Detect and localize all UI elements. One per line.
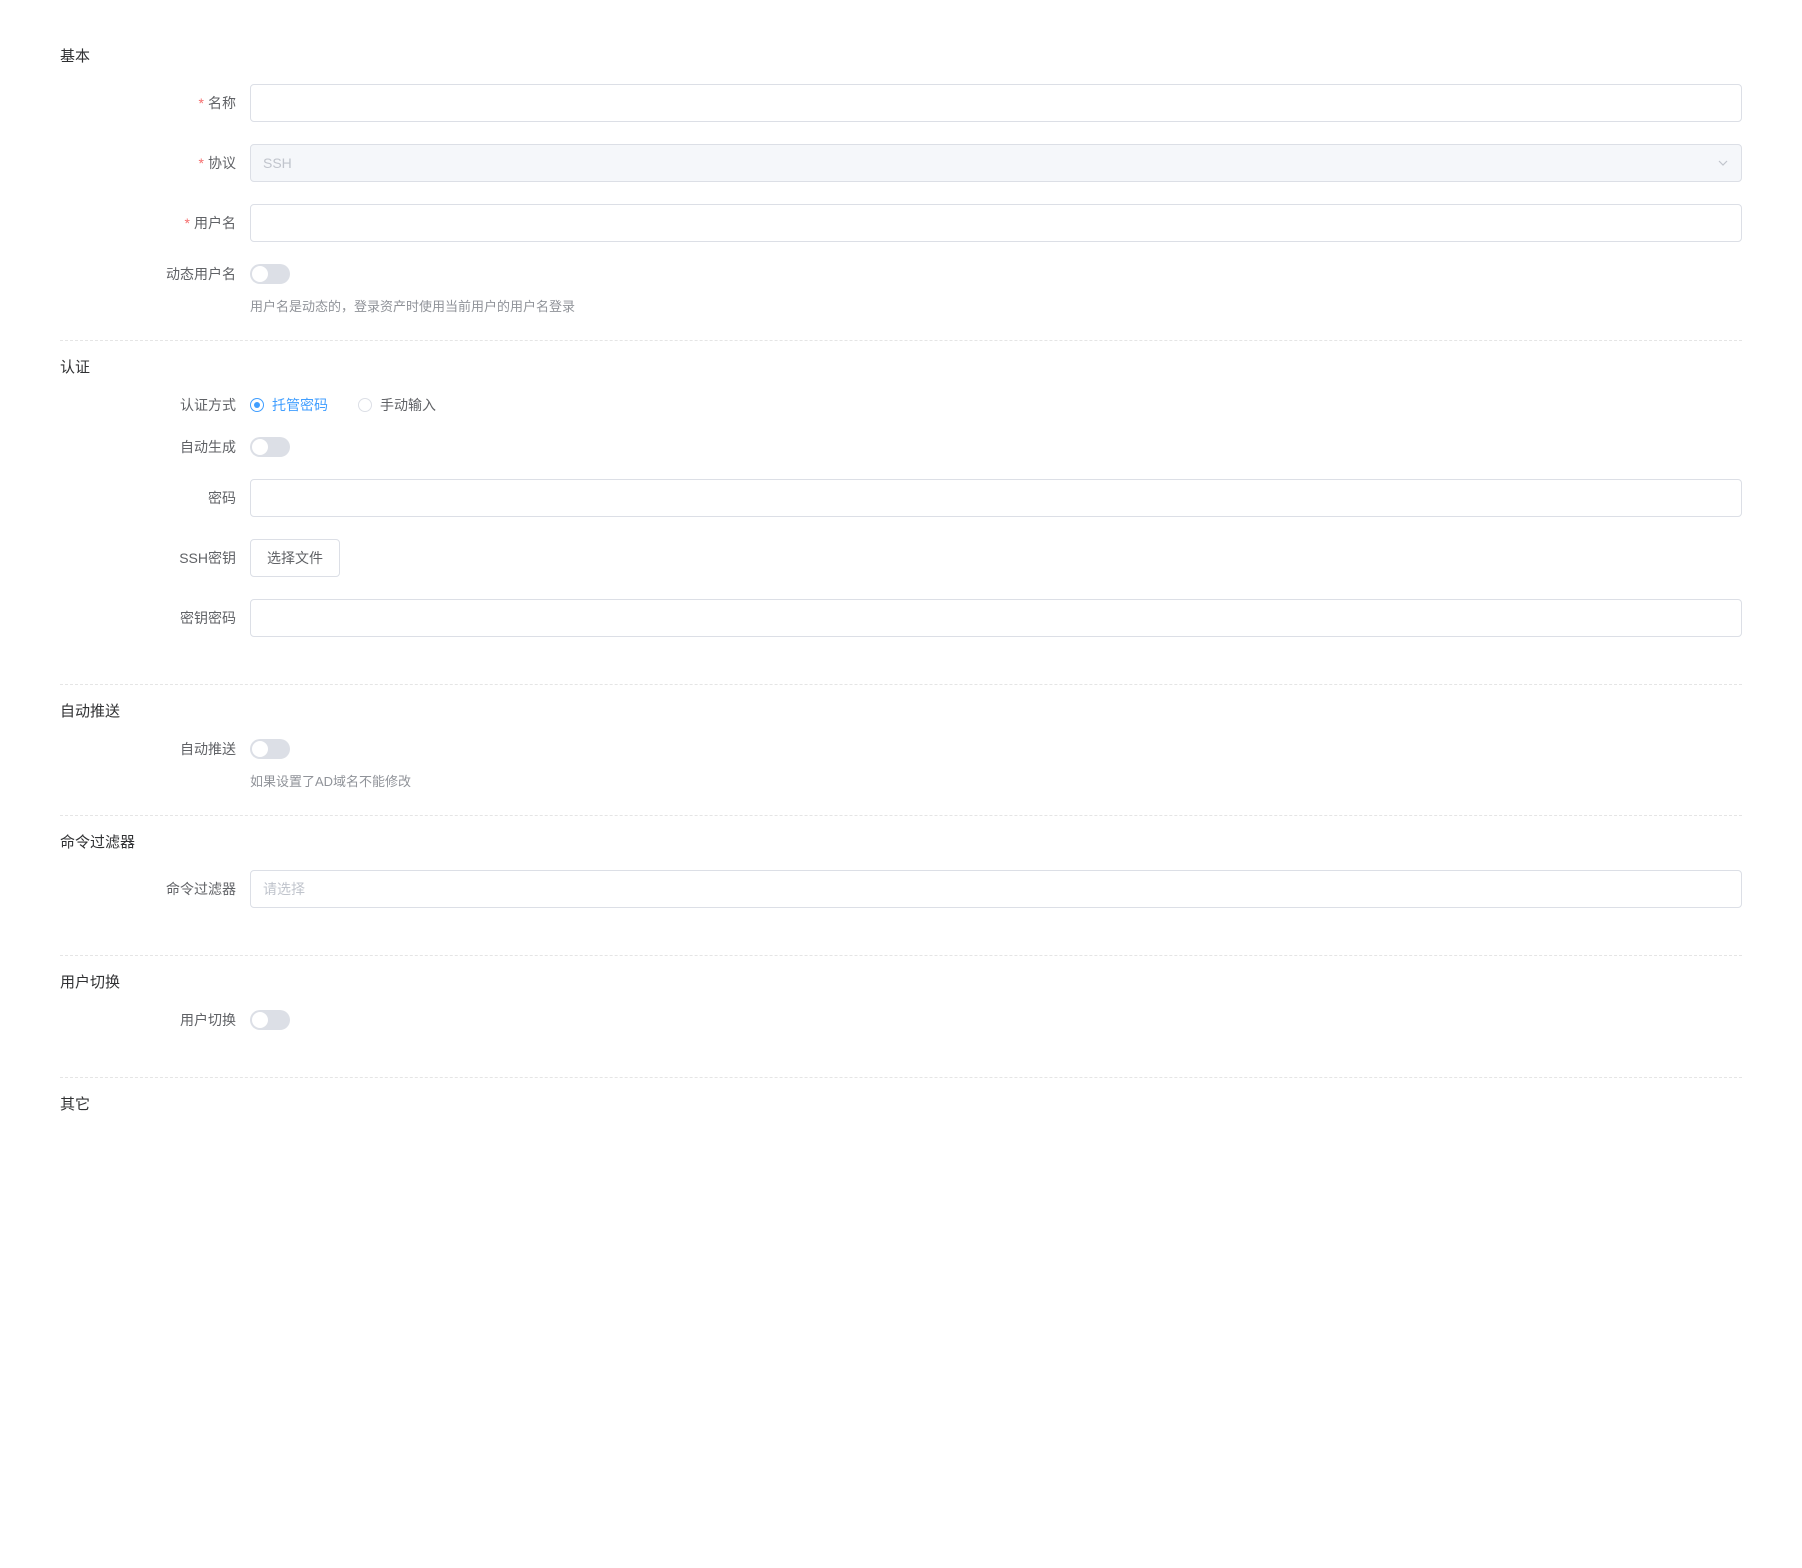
- section-title-command-filter: 命令过滤器: [60, 831, 1742, 852]
- user-switch-switch[interactable]: [250, 1010, 290, 1030]
- label-key-password: 密钥密码: [130, 608, 250, 628]
- section-title-user-switch: 用户切换: [60, 971, 1742, 992]
- protocol-value: SSH: [263, 155, 292, 171]
- username-input[interactable]: [250, 204, 1742, 242]
- label-username: 用户名: [130, 213, 250, 233]
- label-password: 密码: [130, 488, 250, 508]
- label-protocol: 协议: [130, 153, 250, 173]
- row-key-password: 密钥密码: [60, 599, 1742, 637]
- row-auth-method: 认证方式 托管密码 手动输入: [60, 395, 1742, 415]
- row-auto-push: 自动推送: [60, 739, 1742, 759]
- label-auth-method: 认证方式: [130, 395, 250, 415]
- radio-manual-label: 手动输入: [380, 395, 436, 415]
- label-command-filter: 命令过滤器: [130, 879, 250, 899]
- auto-push-switch[interactable]: [250, 739, 290, 759]
- section-user-switch: 用户切换 用户切换: [60, 955, 1742, 1067]
- auto-generate-switch[interactable]: [250, 437, 290, 457]
- section-basic: 基本 名称 协议 SSH 用户名 动态用户名: [60, 30, 1742, 330]
- row-command-filter: 命令过滤器 请选择: [60, 870, 1742, 908]
- section-auth: 认证 认证方式 托管密码 手动输入 自动生成 密码: [60, 340, 1742, 674]
- row-user-switch: 用户切换: [60, 1010, 1742, 1030]
- radio-circle-icon: [250, 398, 264, 412]
- help-auto-push: 如果设置了AD域名不能修改: [60, 771, 1742, 790]
- key-password-input[interactable]: [250, 599, 1742, 637]
- radio-managed-label: 托管密码: [272, 395, 328, 415]
- row-name: 名称: [60, 84, 1742, 122]
- chevron-down-icon: [1717, 157, 1729, 169]
- label-user-switch: 用户切换: [130, 1010, 250, 1030]
- help-dynamic-username: 用户名是动态的，登录资产时使用当前用户的用户名登录: [60, 296, 1742, 315]
- row-protocol: 协议 SSH: [60, 144, 1742, 182]
- section-title-auth: 认证: [60, 356, 1742, 377]
- label-name: 名称: [130, 93, 250, 113]
- command-filter-select[interactable]: 请选择: [250, 870, 1742, 908]
- protocol-select[interactable]: SSH: [250, 144, 1742, 182]
- radio-managed[interactable]: 托管密码: [250, 395, 328, 415]
- radio-circle-icon: [358, 398, 372, 412]
- section-other: 其它: [60, 1077, 1742, 1147]
- auth-method-radio-group: 托管密码 手动输入: [250, 395, 1742, 415]
- row-dynamic-username: 动态用户名: [60, 264, 1742, 284]
- section-title-auto-push: 自动推送: [60, 700, 1742, 721]
- dynamic-username-switch[interactable]: [250, 264, 290, 284]
- section-title-other: 其它: [60, 1093, 1742, 1114]
- label-auto-push: 自动推送: [130, 739, 250, 759]
- name-input[interactable]: [250, 84, 1742, 122]
- label-ssh-key: SSH密钥: [130, 548, 250, 568]
- ssh-key-file-button[interactable]: 选择文件: [250, 539, 340, 577]
- label-auto-generate: 自动生成: [130, 437, 250, 457]
- section-command-filter: 命令过滤器 命令过滤器 请选择: [60, 815, 1742, 945]
- command-filter-placeholder: 请选择: [263, 879, 305, 899]
- section-auto-push: 自动推送 自动推送 如果设置了AD域名不能修改: [60, 684, 1742, 805]
- section-title-basic: 基本: [60, 45, 1742, 66]
- row-username: 用户名: [60, 204, 1742, 242]
- radio-manual[interactable]: 手动输入: [358, 395, 436, 415]
- label-dynamic-username: 动态用户名: [130, 264, 250, 284]
- password-input[interactable]: [250, 479, 1742, 517]
- row-password: 密码: [60, 479, 1742, 517]
- row-auto-generate: 自动生成: [60, 437, 1742, 457]
- row-ssh-key: SSH密钥 选择文件: [60, 539, 1742, 577]
